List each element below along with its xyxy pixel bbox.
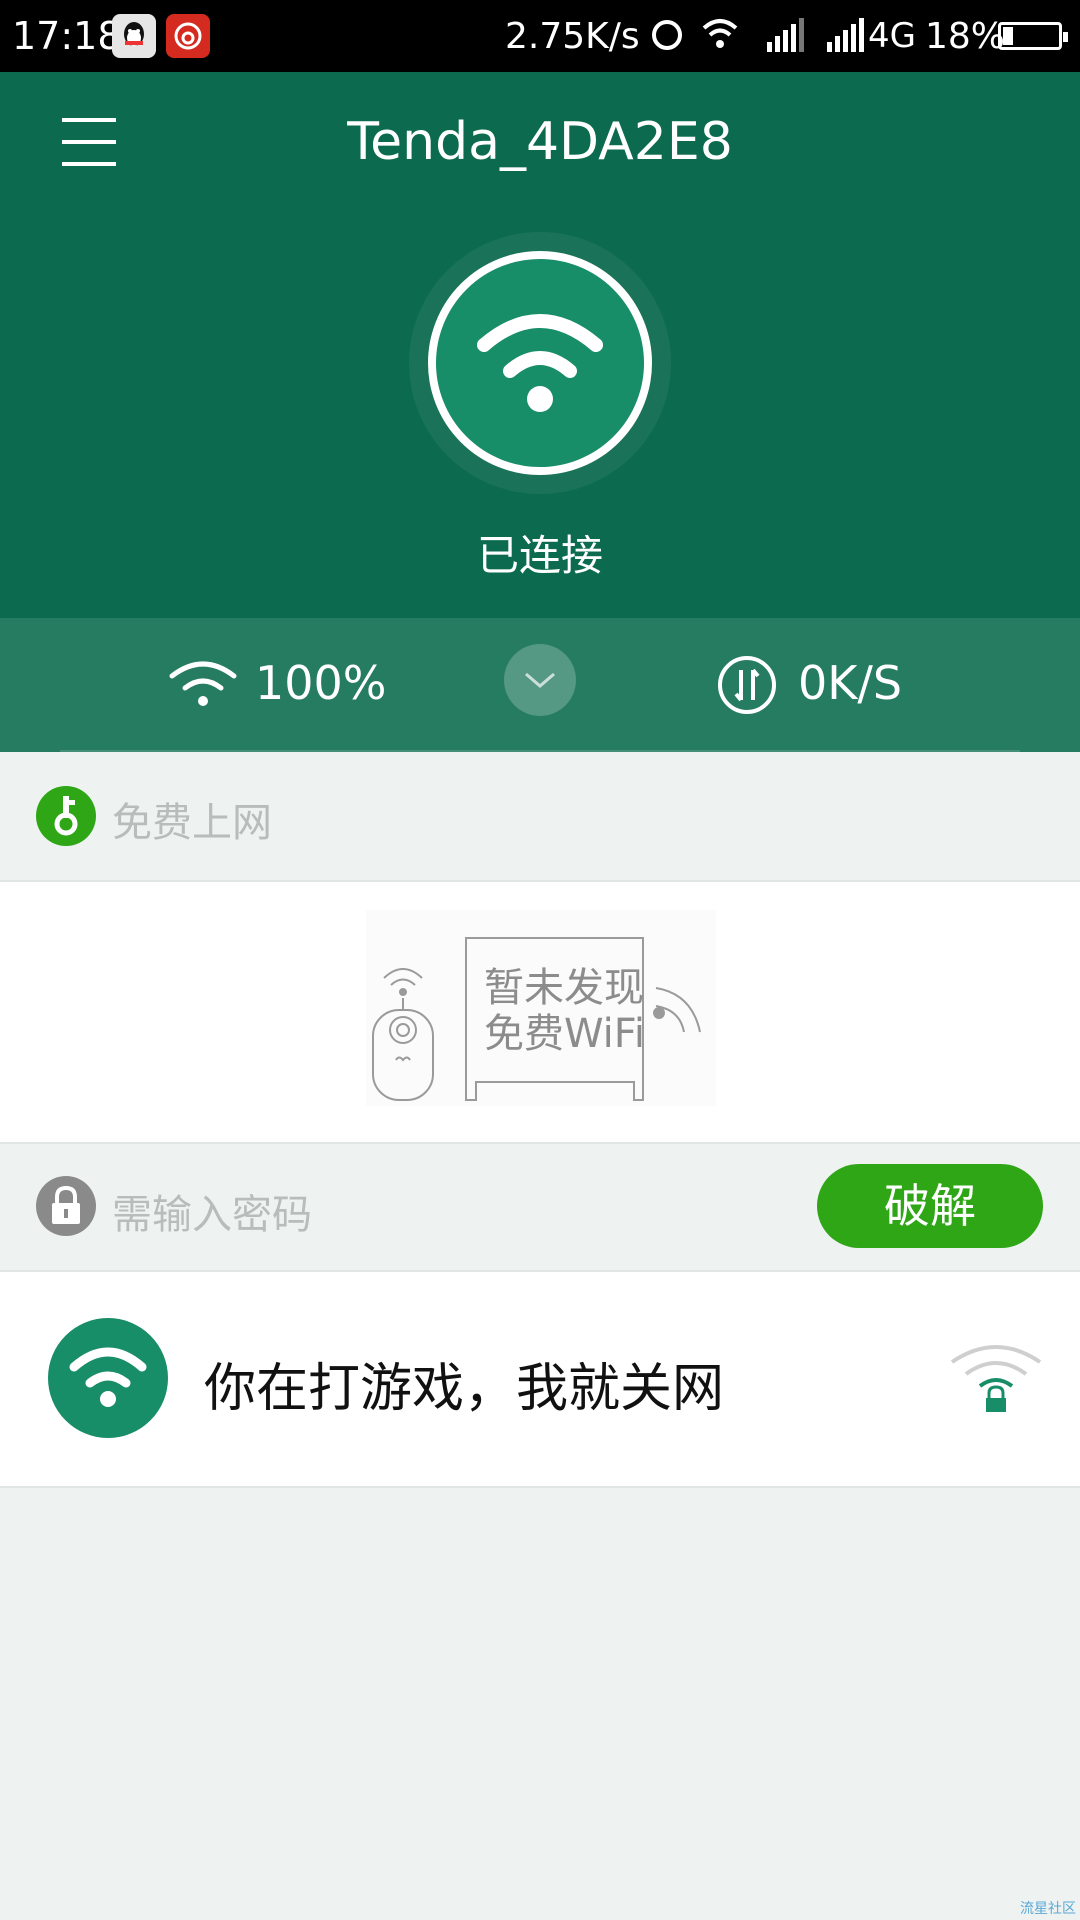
locked-signal-icon: [948, 1338, 1044, 1422]
watermark: 流星社区: [1020, 1901, 1076, 1917]
signal-strength: 100%: [255, 656, 387, 710]
network-type: 4G: [868, 16, 916, 56]
qq-icon: [112, 14, 156, 58]
wifi-icon: [477, 314, 603, 412]
status-bar: 17:18 2.75K/s 4G 18%: [0, 0, 1080, 72]
connection-status: 已连接: [476, 531, 603, 580]
empty-state-panel: 暂未发现 免费WiFi: [0, 882, 1080, 1144]
speed-icon: [716, 654, 778, 720]
key-icon: [36, 786, 96, 850]
empty-message-line1: 暂未发现: [484, 965, 644, 1011]
wifi-connect-button[interactable]: [428, 251, 652, 475]
alarm-icon: [652, 20, 682, 50]
chevron-down-icon: [525, 672, 555, 688]
empty-message-line2: 免费WiFi: [484, 1011, 645, 1057]
stats-bar: 100% 0K/S: [0, 618, 1080, 752]
netease-music-icon: [166, 14, 210, 58]
crack-button[interactable]: 破解: [817, 1164, 1043, 1248]
lock-icon: [36, 1176, 96, 1240]
wifi-avatar-icon: [48, 1318, 168, 1438]
empty-message: 暂未发现 免费WiFi: [484, 965, 645, 1057]
expand-button[interactable]: [504, 644, 576, 716]
wifi-icon: [700, 14, 740, 58]
network-name: 你在打游戏，我就关网: [204, 1359, 725, 1419]
status-net-speed: 2.75K/s: [505, 16, 640, 57]
wifi-signal-icon: [168, 658, 238, 712]
signal-icon: [765, 18, 807, 58]
network-title: Tenda_4DA2E8: [347, 112, 733, 172]
no-free-wifi-illustration: 暂未发现 免费WiFi: [366, 910, 716, 1106]
password-required-label: 需输入密码: [112, 1192, 312, 1238]
status-time: 17:18: [12, 14, 122, 58]
list-item[interactable]: 你在打游戏，我就关网: [0, 1272, 1080, 1488]
free-wifi-section: 免费上网: [0, 752, 1080, 882]
free-wifi-label: 免费上网: [112, 800, 272, 846]
connection-header: Tenda_4DA2E8 已连接: [0, 72, 1080, 618]
battery-icon: [998, 22, 1068, 50]
battery-percent: 18%: [925, 16, 1006, 57]
signal-icon: [825, 18, 867, 58]
password-wifi-section: 需输入密码 破解: [0, 1144, 1080, 1272]
network-speed: 0K/S: [798, 656, 903, 710]
